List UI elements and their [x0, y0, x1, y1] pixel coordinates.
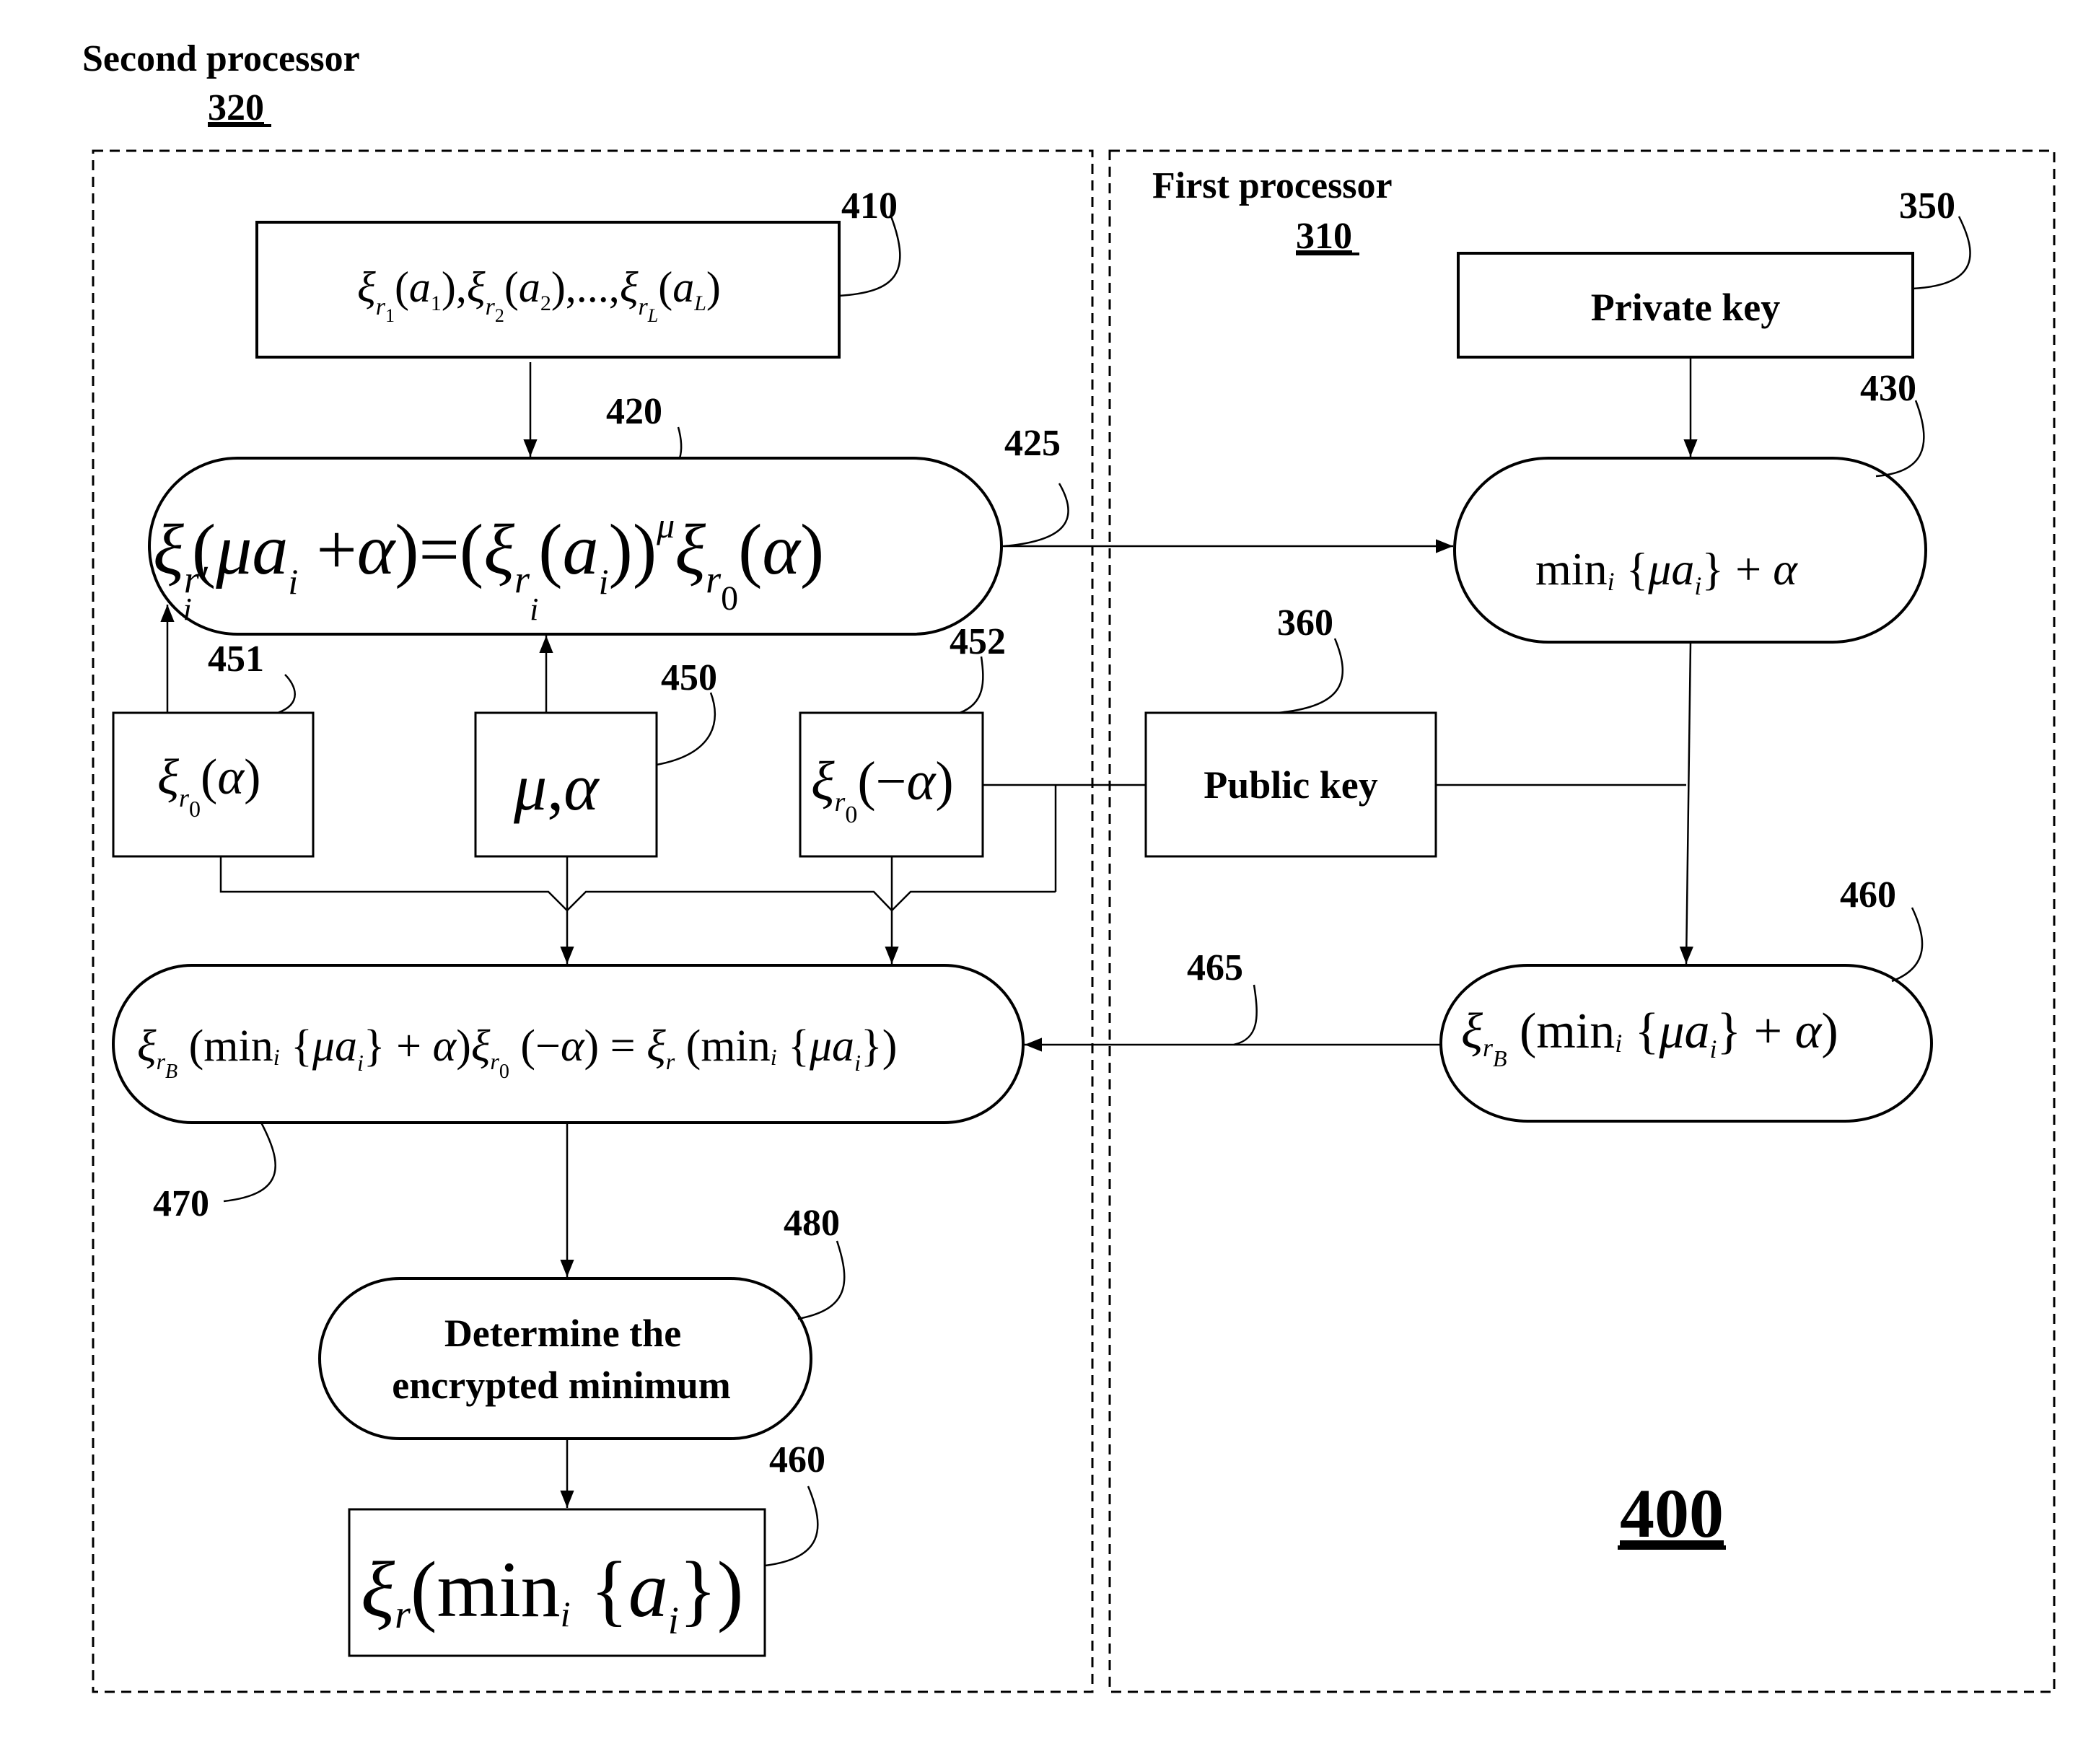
ref-480: 480	[784, 1203, 840, 1244]
leader-360	[1276, 638, 1344, 714]
leader-470	[223, 1122, 276, 1203]
ref-460-right: 460	[1840, 874, 1896, 916]
second-processor-ref: 320	[208, 87, 264, 128]
leader-460-result	[764, 1486, 819, 1567]
determine-node	[318, 1277, 812, 1440]
leader-430	[1875, 400, 1925, 478]
leader-425	[1004, 483, 1069, 548]
leader-350	[1912, 216, 1971, 290]
leader-420	[677, 426, 683, 459]
ref-425: 425	[1004, 423, 1061, 464]
first-processor-title: First processor	[1152, 165, 1393, 206]
flow-diagram: Second processor 320 First processor 310…	[82, 38, 2056, 1693]
ref-420: 420	[606, 391, 662, 432]
ref-470: 470	[153, 1183, 209, 1224]
determine-line2: encrypted minimum	[392, 1364, 730, 1407]
ref-430: 430	[1860, 368, 1916, 409]
ref-410: 410	[841, 185, 898, 227]
ref-450: 450	[661, 657, 717, 698]
ref-452: 452	[950, 621, 1006, 662]
ref-460-result: 460	[769, 1439, 825, 1480]
first-processor-ref: 310	[1296, 216, 1352, 257]
combine-bus	[219, 856, 1056, 912]
leader-410	[838, 216, 901, 297]
leader-460-right	[1891, 907, 1924, 983]
private-key-label: Private key	[1591, 286, 1780, 329]
determine-line1: Determine the	[444, 1312, 681, 1355]
encrypted-inputs-box	[255, 221, 841, 359]
arrow-430-to-460	[1679, 641, 1693, 965]
ref-465: 465	[1187, 947, 1243, 988]
leader-451	[277, 674, 296, 714]
ref-451: 451	[208, 639, 264, 680]
mu-alpha-formula: μ,α	[513, 750, 600, 824]
leader-450	[656, 692, 716, 766]
result-formula: ξr(mini {ai})	[361, 1545, 743, 1642]
figure-number: 400	[1620, 1475, 1724, 1552]
second-processor-region	[92, 149, 1094, 1693]
decrypted-min-formula: mini {μai} + α	[1535, 543, 1798, 600]
leader-452	[959, 656, 984, 714]
ref-360: 360	[1277, 602, 1333, 644]
leader-465	[1233, 984, 1258, 1046]
public-key-label: Public key	[1204, 763, 1378, 807]
second-processor-title: Second processor	[82, 38, 360, 79]
ref-350: 350	[1899, 185, 1955, 227]
leader-480	[797, 1240, 846, 1320]
